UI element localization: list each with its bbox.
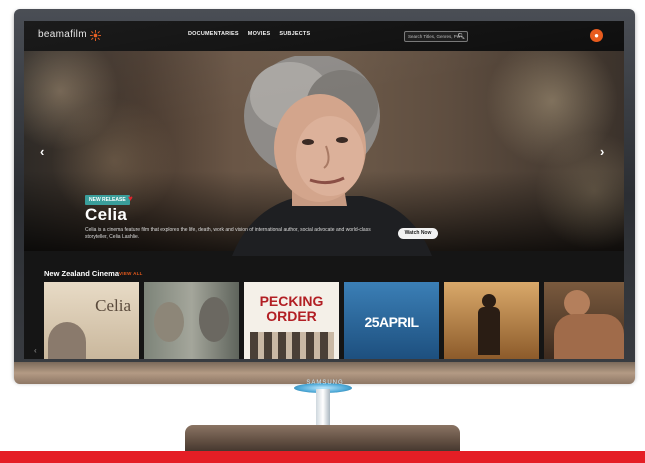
tile-face [154,302,184,342]
new-release-badge: NEW RELEASE [85,195,130,205]
tile-portrait [48,322,86,359]
user-icon[interactable]: ● [590,29,603,42]
movie-tile[interactable]: Celia [44,282,139,359]
tile-people [250,332,334,359]
movie-tile[interactable] [444,282,539,359]
site-logo[interactable]: beamafilm [38,29,87,40]
tv-stand-neck [316,389,330,429]
movie-tile[interactable]: PECKING ORDER [244,282,339,359]
stage: SAMSUNG beamafilm DOCUMENTARIES MOVIES S… [0,0,645,463]
movie-row: Celia PECKING ORDER 25APRIL [44,282,624,359]
tile-face [199,297,229,342]
tile-title: Celia [95,296,131,315]
tv-screen: beamafilm DOCUMENTARIES MOVIES SUBJECTS … [24,21,624,359]
nav-subjects[interactable]: SUBJECTS [279,31,310,37]
hero-banner: ‹ › NEW RELEASE ♥ Celia Celia is a cinem… [24,51,624,256]
logo-text: beamafilm [38,29,87,40]
tile-title: 25APRIL [364,314,419,330]
tile-figure-head [564,290,590,316]
tile-figure-body [554,314,624,359]
logo-mark-icon [90,30,101,41]
hero-title: Celia [85,205,128,224]
chevron-right-icon[interactable]: › [600,144,604,159]
chevron-left-icon[interactable]: ‹ [40,144,44,159]
search-icon[interactable]: 🔍︎ [457,33,465,40]
top-nav: beamafilm DOCUMENTARIES MOVIES SUBJECTS … [24,21,624,51]
search-input[interactable]: Search Titles, Genres, Per 🔍︎ [404,31,468,42]
view-all-link[interactable]: VIEW ALL [119,271,143,276]
movie-tile[interactable] [144,282,239,359]
tile-figure-body [478,307,500,355]
movie-tile[interactable]: 25APRIL [344,282,439,359]
watch-now-button[interactable]: Watch Now [398,228,438,239]
tile-title: PECKING ORDER [259,293,324,324]
nav-movies[interactable]: MOVIES [248,31,271,37]
nav-documentaries[interactable]: DOCUMENTARIES [188,31,239,37]
tile-figure-head [482,294,496,308]
footer-red-bar [0,451,645,463]
row-title: New Zealand Cinema [44,269,120,278]
hero-description: Celia is a cinema feature film that expl… [85,227,371,240]
hero-portrait-image [232,56,432,256]
row-prev-icon[interactable]: ‹ [34,346,37,355]
heart-icon[interactable]: ♥ [128,194,133,203]
movie-tile[interactable] [544,282,624,359]
main-menu: DOCUMENTARIES MOVIES SUBJECTS [188,31,310,37]
search-placeholder: Search Titles, Genres, Per [408,34,461,39]
